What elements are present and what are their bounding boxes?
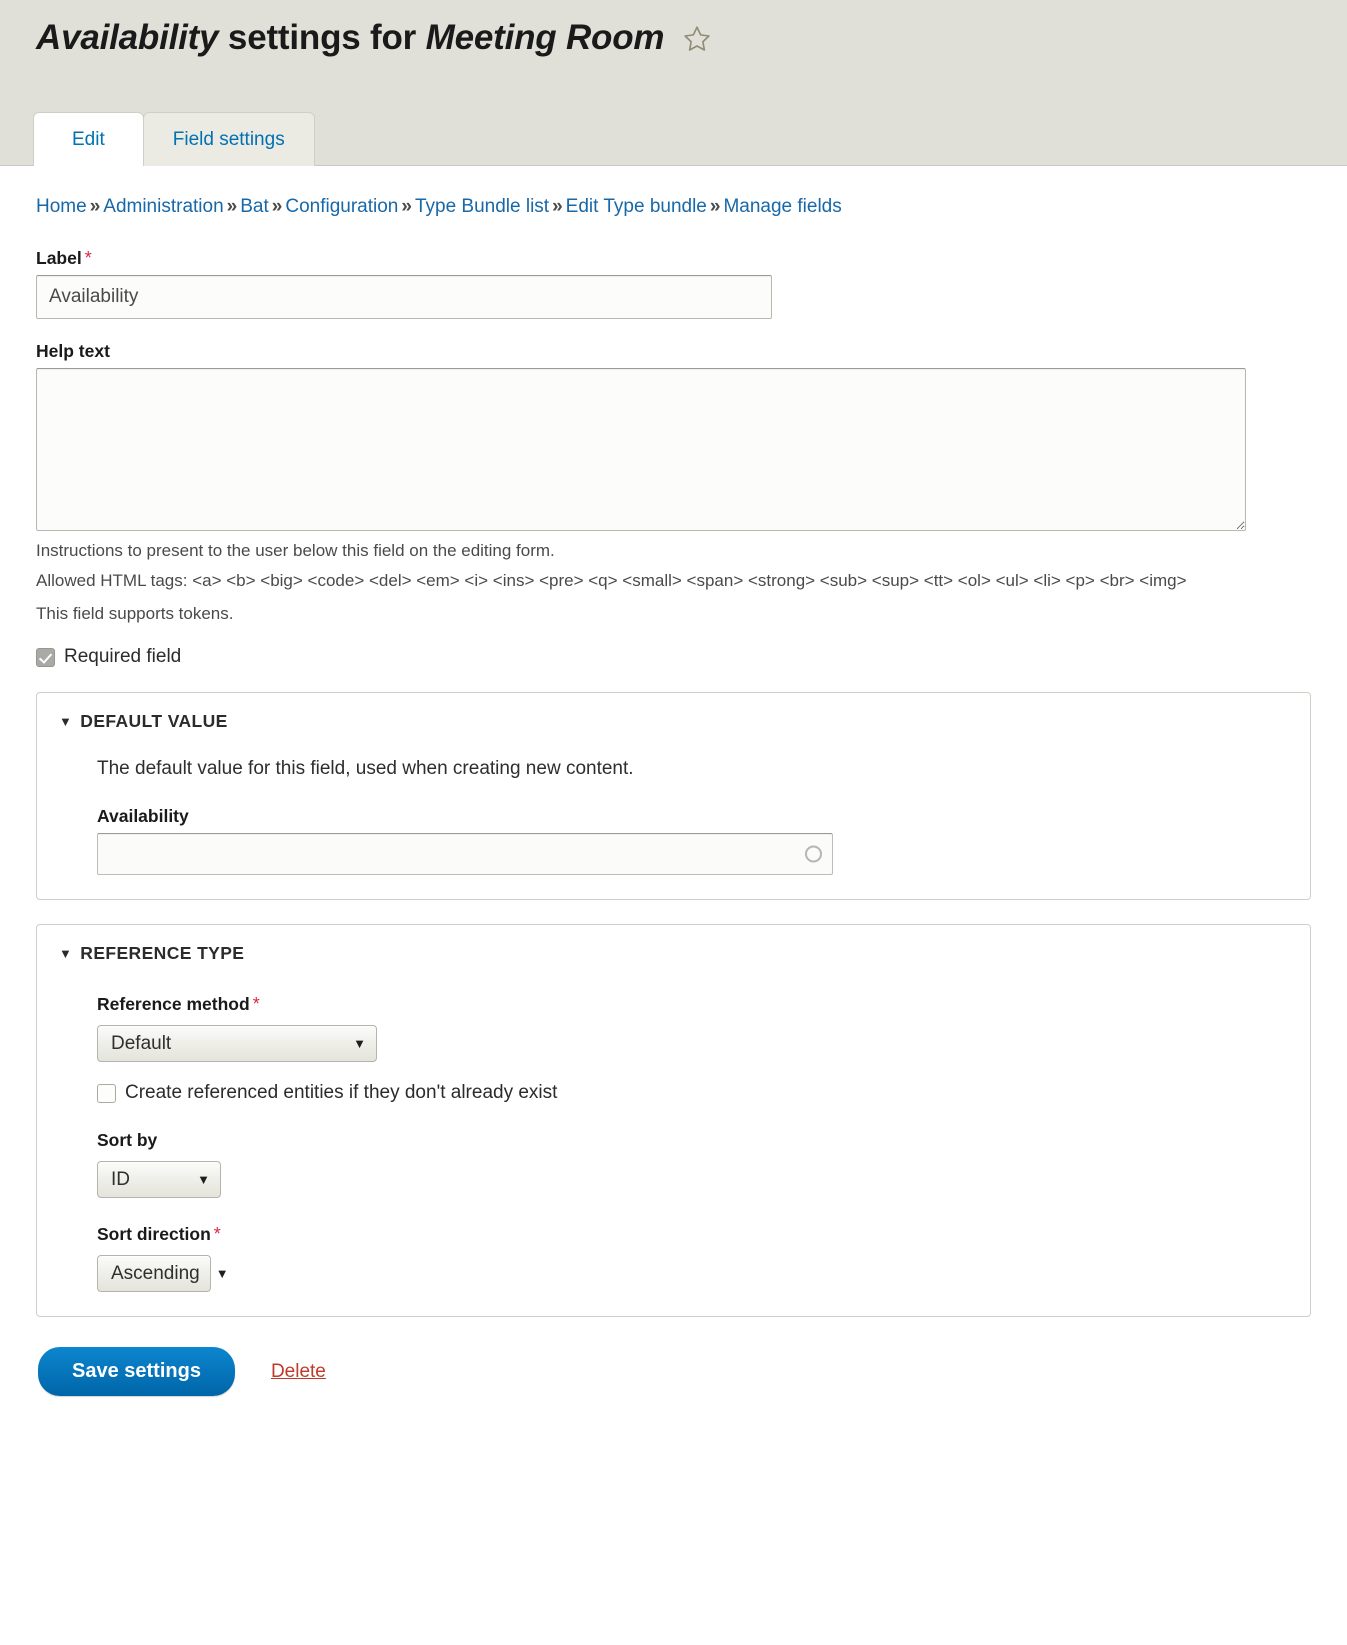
reference-type-legend[interactable]: ▼ REFERENCE TYPE: [59, 943, 1290, 964]
sort-by-label: Sort by: [97, 1130, 158, 1151]
page-title-field-name: Availability: [36, 18, 219, 57]
sort-direction-select[interactable]: Ascending ▼: [97, 1255, 229, 1293]
create-entities-checkbox-row[interactable]: Create referenced entities if they don't…: [97, 1082, 1290, 1104]
chevron-down-icon: ▼: [353, 1036, 366, 1052]
tab-field-settings-label: Field settings: [172, 129, 285, 150]
sort-by-value: ID: [111, 1168, 130, 1190]
breadcrumb-separator: »: [226, 196, 238, 217]
primary-tabs: Edit Field settings: [33, 111, 315, 166]
label-field-label: Label *: [36, 248, 1311, 269]
help-text-description: Instructions to present to the user belo…: [36, 541, 555, 560]
create-entities-label: Create referenced entities if they don't…: [125, 1082, 558, 1104]
reference-method-select[interactable]: Default ▼: [97, 1025, 377, 1063]
required-asterisk: *: [252, 994, 260, 1015]
reference-method-label-text: Reference method: [97, 994, 250, 1015]
sort-direction-label-text: Sort direction: [97, 1224, 211, 1245]
reference-type-fieldset: ▼ REFERENCE TYPE Reference method * Defau…: [36, 924, 1311, 1318]
help-text-textarea[interactable]: [36, 368, 1246, 531]
required-field-label: Required field: [64, 646, 182, 668]
sort-direction-label: Sort direction *: [97, 1224, 1290, 1245]
form-actions: Save settings Delete: [38, 1317, 1311, 1397]
page-title-connector: settings for: [218, 18, 426, 57]
allowed-html-tags-description: Allowed HTML tags: <a> <b> <big> <code> …: [36, 570, 1187, 590]
sort-direction-value: Ascending: [111, 1262, 200, 1284]
tab-edit-label: Edit: [72, 129, 105, 150]
breadcrumb-item-configuration[interactable]: Configuration: [285, 196, 398, 217]
breadcrumb-item-home[interactable]: Home: [36, 196, 87, 217]
chevron-down-icon: ▼: [59, 946, 73, 962]
label-field-label-text: Label: [36, 248, 82, 268]
breadcrumb: Home» Administration» Bat» Configuration» Ty…: [36, 166, 1311, 226]
required-field-checkbox-row[interactable]: Required field: [36, 646, 1311, 668]
create-entities-checkbox[interactable]: [97, 1083, 116, 1103]
tokens-note: This field supports tokens.: [36, 603, 234, 623]
default-value-body: The default value for this field, used w…: [59, 758, 1290, 876]
default-value-field-label: Availability: [97, 806, 189, 827]
tab-field-settings[interactable]: Field settings: [142, 112, 315, 166]
label-input[interactable]: [36, 275, 772, 319]
default-value-input[interactable]: [97, 833, 833, 876]
reference-type-body: Reference method * Default ▼ Create refer…: [59, 994, 1290, 1293]
required-asterisk: *: [213, 1224, 221, 1245]
page-header: Availability settings for Meeting Room E…: [0, 0, 1347, 166]
breadcrumb-separator: »: [552, 196, 563, 217]
save-settings-button[interactable]: Save settings: [38, 1347, 235, 1397]
breadcrumb-item-edit-type-bundle[interactable]: Edit Type bundle: [566, 196, 707, 217]
help-text-label: Help text: [36, 341, 110, 361]
chevron-down-icon: ▼: [215, 1266, 229, 1282]
sort-by-select[interactable]: ID ▼: [97, 1161, 221, 1199]
required-field-checkbox[interactable]: [36, 647, 55, 667]
main-content: Home» Administration» Bat» Configuration» Ty…: [0, 166, 1347, 1397]
breadcrumb-separator: »: [271, 196, 283, 217]
reference-method-label: Reference method *: [97, 994, 1290, 1015]
delete-link[interactable]: Delete: [271, 1361, 326, 1383]
reference-method-value: Default: [111, 1032, 172, 1054]
breadcrumb-item-type-bundle-list[interactable]: Type Bundle list: [415, 196, 549, 217]
chevron-down-icon: ▼: [59, 714, 73, 730]
label-field-group: Label *: [36, 248, 1311, 319]
loading-circle-icon: [805, 845, 822, 863]
help-text-group: Help text Instructions to present to the…: [36, 341, 1311, 626]
breadcrumb-separator: »: [709, 196, 721, 217]
page-title: Availability settings for Meeting Room: [0, 0, 1347, 58]
default-value-description: The default value for this field, used w…: [97, 758, 634, 780]
breadcrumb-item-administration[interactable]: Administration: [103, 196, 223, 217]
page-title-bundle-name: Meeting Room: [425, 18, 665, 57]
tab-edit[interactable]: Edit: [33, 112, 144, 166]
chevron-down-icon: ▼: [197, 1172, 210, 1188]
reference-type-legend-text: REFERENCE TYPE: [80, 943, 245, 964]
default-value-legend-text: DEFAULT VALUE: [80, 711, 228, 732]
star-outline-icon[interactable]: [682, 23, 712, 53]
breadcrumb-item-bat[interactable]: Bat: [240, 196, 269, 217]
required-asterisk: *: [84, 248, 92, 268]
breadcrumb-separator: »: [89, 196, 101, 217]
default-value-legend[interactable]: ▼ DEFAULT VALUE: [59, 711, 1290, 732]
breadcrumb-separator: »: [401, 196, 412, 217]
default-value-fieldset: ▼ DEFAULT VALUE The default value for th…: [36, 692, 1311, 901]
default-value-autocomplete-wrap: [97, 833, 833, 876]
breadcrumb-item-manage-fields[interactable]: Manage fields: [723, 196, 841, 217]
